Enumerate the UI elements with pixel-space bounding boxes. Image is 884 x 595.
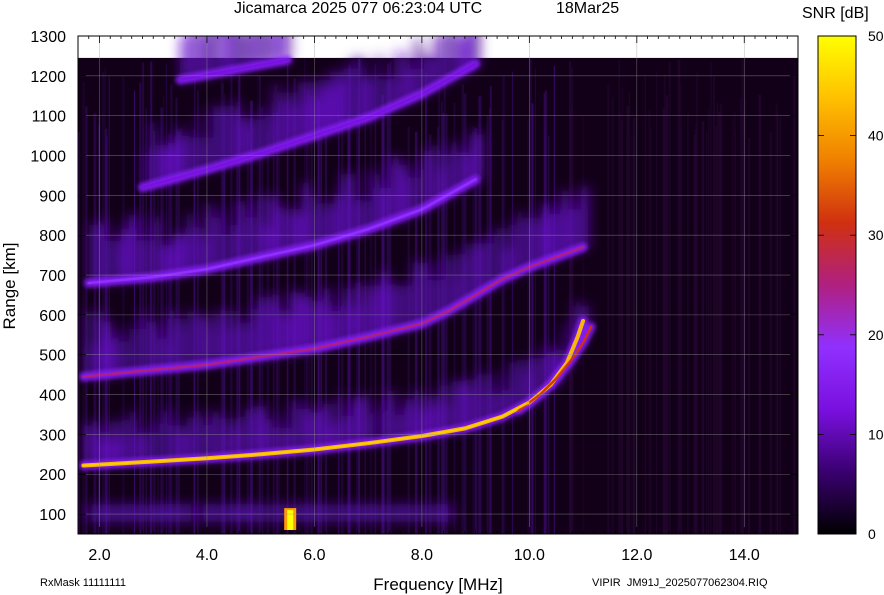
rxmask-label: RxMask 11111111 bbox=[40, 577, 127, 589]
noise-streak bbox=[489, 107, 491, 534]
y-tick-label: 1300 bbox=[30, 29, 66, 46]
y-tick-label: 300 bbox=[39, 427, 66, 444]
noise-streak bbox=[472, 126, 476, 534]
noise-streak bbox=[621, 87, 624, 534]
noise-streak bbox=[731, 118, 733, 534]
x-tick-label: 6.0 bbox=[303, 547, 325, 564]
colorbar-tick-label: 20 bbox=[868, 327, 884, 343]
noise-streak bbox=[686, 112, 689, 534]
noise-streak bbox=[663, 74, 666, 534]
x-tick-label: 10.0 bbox=[514, 547, 545, 564]
y-tick-label: 800 bbox=[39, 228, 66, 245]
x-tick-label: 2.0 bbox=[88, 547, 110, 564]
noise-streak bbox=[553, 66, 555, 534]
x-axis-label: Frequency [MHz] bbox=[373, 575, 502, 594]
spot-core bbox=[287, 510, 294, 530]
noise-streak bbox=[511, 71, 513, 534]
noise-streak bbox=[644, 74, 646, 534]
noise-streak bbox=[534, 68, 536, 534]
lowrange-patch bbox=[446, 504, 457, 522]
y-tick-label: 700 bbox=[39, 268, 66, 285]
noise-streak bbox=[527, 118, 529, 534]
noise-streak bbox=[632, 117, 635, 534]
noise-streak bbox=[776, 113, 779, 534]
noise-streak bbox=[794, 60, 796, 534]
colorbar-tick-label: 0 bbox=[868, 526, 876, 542]
y-tick-label: 100 bbox=[39, 507, 66, 524]
noise-streak bbox=[648, 110, 651, 534]
colorbar-tick-label: 10 bbox=[868, 426, 884, 442]
noise-streak bbox=[501, 120, 504, 534]
scatter-patch bbox=[475, 134, 485, 180]
colorbar-tick-label: 40 bbox=[868, 128, 884, 144]
noise-streak bbox=[706, 131, 708, 534]
y-tick-label: 200 bbox=[39, 467, 66, 484]
noise-streak bbox=[714, 125, 718, 534]
y-tick-label: 900 bbox=[39, 188, 66, 205]
colorbar-label: SNR [dB] bbox=[802, 5, 869, 22]
noise-streak bbox=[778, 117, 782, 534]
noise-streak bbox=[475, 132, 476, 534]
y-tick-label: 1100 bbox=[32, 109, 67, 126]
noise-streak bbox=[694, 129, 697, 534]
noise-streak bbox=[710, 62, 712, 534]
x-tick-label: 8.0 bbox=[411, 547, 433, 564]
noise-streak bbox=[134, 90, 136, 534]
y-tick-label: 600 bbox=[39, 308, 66, 325]
noise-streak bbox=[769, 131, 773, 534]
noise-streak bbox=[758, 94, 762, 534]
noise-streak bbox=[656, 71, 657, 534]
noise-streak bbox=[568, 61, 572, 534]
scatter-patch bbox=[579, 186, 589, 249]
x-tick-label: 14.0 bbox=[729, 547, 760, 564]
noise-streak bbox=[531, 103, 534, 534]
x-tick-label: 4.0 bbox=[196, 547, 218, 564]
y-axis-label: Range [km] bbox=[0, 243, 19, 330]
noise-streak bbox=[713, 89, 715, 534]
noise-streak bbox=[93, 113, 97, 534]
noise-streak bbox=[701, 121, 705, 534]
ionogram-chart: 2.0 4.0 6.0 8.0 10.0 12.0 14.0 100200300400500… bbox=[0, 28, 884, 594]
noise-streak bbox=[718, 111, 721, 534]
noise-streak bbox=[740, 98, 743, 534]
noise-streak bbox=[544, 129, 546, 534]
noise-streak bbox=[747, 137, 751, 534]
colorbar-tick-label: 30 bbox=[868, 227, 884, 243]
y-tick-labels: 100 200 300 400 500 600 700 800 900 1000 1100 1200 1… bbox=[30, 29, 66, 524]
filename-label: VIPIR JM91J_2025077062304.RIQ bbox=[592, 577, 768, 589]
noise-streak bbox=[677, 59, 681, 534]
noise-streak bbox=[611, 97, 614, 534]
noise-streak bbox=[607, 84, 610, 534]
noise-streak bbox=[618, 112, 621, 534]
noise-streak bbox=[626, 106, 629, 534]
noise-streak bbox=[364, 68, 366, 534]
noise-streak bbox=[707, 109, 710, 534]
low-range-spot bbox=[284, 508, 297, 530]
y-tick-label: 400 bbox=[39, 388, 66, 405]
noise-streak bbox=[486, 115, 489, 534]
colorbar bbox=[817, 35, 857, 535]
x-tick-labels: 2.0 4.0 6.0 8.0 10.0 12.0 14.0 bbox=[88, 547, 760, 564]
y-tick-label: 1000 bbox=[30, 149, 66, 166]
y-tick-label: 1200 bbox=[30, 69, 66, 86]
colorbar-tick-label: 50 bbox=[868, 28, 884, 44]
noise-streak bbox=[668, 62, 671, 534]
y-tick-label: 500 bbox=[39, 348, 66, 365]
noise-streak bbox=[733, 112, 737, 534]
x-tick-label: 12.0 bbox=[621, 547, 652, 564]
